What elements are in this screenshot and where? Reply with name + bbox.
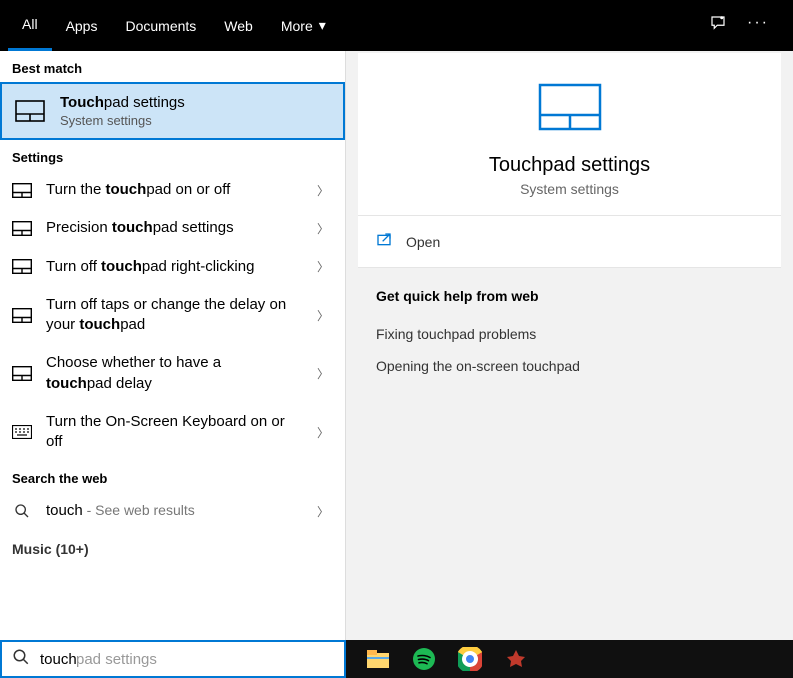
open-label: Open xyxy=(406,234,440,250)
tab-all[interactable]: All xyxy=(8,0,52,51)
settings-result-3[interactable]: Turn off taps or change the delay on you… xyxy=(0,286,345,345)
chevron-right-icon: 〉 xyxy=(317,220,333,237)
help-header: Get quick help from web xyxy=(376,288,763,304)
best-match-title-bold: Touch xyxy=(60,94,104,111)
keyboard-icon xyxy=(12,423,32,441)
tabs: All Apps Documents Web More ▾ xyxy=(8,0,340,51)
section-best-match: Best match xyxy=(0,51,345,82)
chevron-right-icon: 〉 xyxy=(317,424,333,441)
search-icon xyxy=(12,648,30,671)
search-bar[interactable]: pad settings xyxy=(0,640,346,678)
preview-title: Touchpad settings xyxy=(489,154,650,177)
feedback-icon[interactable] xyxy=(709,14,727,37)
results-panel: Best match Touchpad settings System sett… xyxy=(0,51,346,640)
settings-result-title: Choose whether to have a touchpad delay xyxy=(46,353,291,394)
taskbar xyxy=(346,640,793,678)
tab-web[interactable]: Web xyxy=(210,0,267,51)
preview-panel: Touchpad settings System settings Open G… xyxy=(346,51,793,640)
more-options-icon[interactable]: ··· xyxy=(747,14,769,37)
preview-subtitle: System settings xyxy=(520,181,619,197)
touchpad-icon xyxy=(14,99,46,123)
top-right-controls: ··· xyxy=(709,14,785,37)
settings-result-title: Turn off touchpad right-clicking xyxy=(46,257,254,277)
help-link-0[interactable]: Fixing touchpad problems xyxy=(376,318,763,350)
taskbar-chrome[interactable] xyxy=(456,645,484,673)
tab-apps[interactable]: Apps xyxy=(52,0,112,51)
main-area: Best match Touchpad settings System sett… xyxy=(0,51,793,640)
best-match-title-rest: pad settings xyxy=(104,94,185,111)
settings-result-title: Precision touchpad settings xyxy=(46,218,234,238)
section-music[interactable]: Music (10+) xyxy=(0,531,345,567)
search-tabs-bar: All Apps Documents Web More ▾ ··· xyxy=(0,0,793,51)
open-icon xyxy=(376,232,392,251)
chevron-right-icon: 〉 xyxy=(317,365,333,382)
best-match-title: Touchpad settings xyxy=(60,94,331,111)
settings-result-title: Turn off taps or change the delay on you… xyxy=(46,295,291,336)
tab-more-label: More xyxy=(281,18,313,34)
web-search-result[interactable]: touch - See web results 〉 xyxy=(0,492,345,530)
touchpad-icon xyxy=(12,258,32,276)
settings-result-4[interactable]: Choose whether to have a touchpad delay 〉 xyxy=(0,344,345,403)
best-match-subtitle: System settings xyxy=(60,113,331,128)
taskbar-file-explorer[interactable] xyxy=(364,645,392,673)
web-search-title: touch - See web results xyxy=(46,501,195,521)
section-settings: Settings xyxy=(0,140,345,171)
web-search-suffix: - See web results xyxy=(83,502,195,518)
chevron-down-icon: ▾ xyxy=(319,17,326,34)
taskbar-app[interactable] xyxy=(502,645,530,673)
touchpad-icon xyxy=(12,365,32,383)
preview-header: Touchpad settings System settings xyxy=(358,53,781,216)
settings-result-5[interactable]: Turn the On-Screen Keyboard on or off 〉 xyxy=(0,403,345,462)
chevron-right-icon: 〉 xyxy=(317,503,333,520)
help-link-1[interactable]: Opening the on-screen touchpad xyxy=(376,350,763,382)
settings-result-title: Turn the On-Screen Keyboard on or off xyxy=(46,412,291,453)
taskbar-spotify[interactable] xyxy=(410,645,438,673)
best-match-result[interactable]: Touchpad settings System settings xyxy=(0,82,345,140)
best-match-text: Touchpad settings System settings xyxy=(60,94,331,128)
web-search-query: touch xyxy=(46,502,83,519)
help-section: Get quick help from web Fixing touchpad … xyxy=(358,268,781,402)
touchpad-icon xyxy=(12,219,32,237)
section-search-web: Search the web xyxy=(0,461,345,492)
chevron-right-icon: 〉 xyxy=(317,258,333,275)
settings-result-1[interactable]: Precision touchpad settings 〉 xyxy=(0,209,345,247)
settings-result-0[interactable]: Turn the touchpad on or off 〉 xyxy=(0,171,345,209)
chevron-right-icon: 〉 xyxy=(317,307,333,324)
settings-result-title: Turn the touchpad on or off xyxy=(46,180,230,200)
touchpad-icon xyxy=(12,181,32,199)
tab-documents[interactable]: Documents xyxy=(111,0,210,51)
search-input[interactable] xyxy=(40,651,334,668)
tab-more[interactable]: More ▾ xyxy=(267,0,340,51)
chevron-right-icon: 〉 xyxy=(317,182,333,199)
touchpad-large-icon xyxy=(538,83,602,136)
open-action[interactable]: Open xyxy=(358,216,781,268)
search-icon xyxy=(12,502,32,520)
settings-result-2[interactable]: Turn off touchpad right-clicking 〉 xyxy=(0,248,345,286)
touchpad-icon xyxy=(12,306,32,324)
